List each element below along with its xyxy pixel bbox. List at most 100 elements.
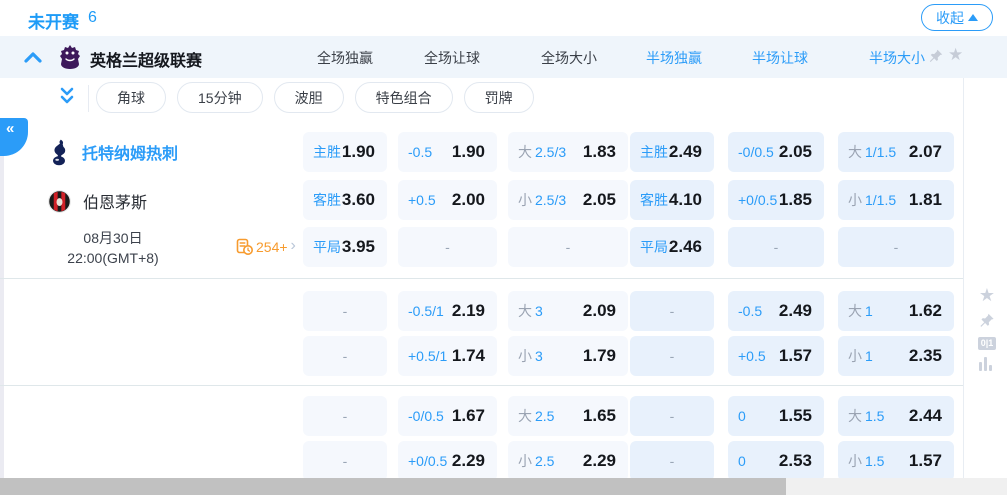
over-under-prefix: 大 <box>518 301 532 321</box>
odds-value: 2.49 <box>779 301 812 321</box>
away-team-name: 伯恩茅斯 <box>83 189 147 213</box>
odds-value: 1.74 <box>452 346 485 366</box>
chevron-up-icon[interactable] <box>24 50 42 64</box>
odds-cell[interactable]: 大1/1.52.07 <box>838 132 954 172</box>
chevron-right-icon: › <box>291 238 296 254</box>
away-team-row[interactable]: 伯恩茅斯 <box>48 186 147 216</box>
match-datetime: 08月30日 22:00(GMT+8) <box>40 228 186 268</box>
odds-cell[interactable]: 02.53 <box>728 441 824 481</box>
odds-cell-empty: - <box>728 227 824 267</box>
column-header-3[interactable]: 半场独赢 <box>646 48 702 68</box>
odds-value: 1.90 <box>452 142 485 162</box>
over-under-prefix: 小 <box>848 451 862 471</box>
odds-cell[interactable]: -0.52.49 <box>728 291 824 331</box>
odds-label: -0/0.5 <box>738 144 774 160</box>
odds-cell[interactable]: +0/0.52.29 <box>398 441 497 481</box>
over-under-prefix: 大 <box>848 142 862 162</box>
odds-label: 客胜 <box>640 190 668 210</box>
stats-chart-icon[interactable] <box>979 357 992 371</box>
odds-value: 3.95 <box>342 237 375 257</box>
horizontal-scrollbar-thumb[interactable] <box>0 478 786 495</box>
odds-cell-empty: - <box>303 441 387 481</box>
odds-label: 1.5 <box>865 453 884 469</box>
tab-not-started[interactable]: 未开赛 <box>28 8 79 33</box>
over-under-prefix: 小 <box>518 346 532 366</box>
odds-value: 2.05 <box>779 142 812 162</box>
odds-value: 2.49 <box>669 142 702 162</box>
market-pill-0[interactable]: 角球 <box>96 82 166 113</box>
market-pill-3[interactable]: 特色组合 <box>355 82 453 113</box>
odds-cell[interactable]: 客胜3.60 <box>303 180 387 220</box>
market-pill-1[interactable]: 15分钟 <box>177 82 263 113</box>
odds-cell[interactable]: 小31.79 <box>508 336 628 376</box>
odds-cell[interactable]: 客胜4.10 <box>630 180 714 220</box>
odds-cell[interactable]: 01.55 <box>728 396 824 436</box>
odds-cell[interactable]: 平局2.46 <box>630 227 714 267</box>
betting-app: 未开赛 6 收起 英格兰超级联赛 全场独赢全场让球全场大小半场独赢半场让球半场大… <box>0 0 1007 495</box>
top-bar: 未开赛 6 收起 <box>0 0 1007 36</box>
odds-cell[interactable]: 小2.52.29 <box>508 441 628 481</box>
divider <box>88 85 89 112</box>
collapse-button[interactable]: 收起 <box>921 4 993 31</box>
odds-value: 2.09 <box>583 301 616 321</box>
triangle-up-icon <box>968 14 978 21</box>
odds-cell-empty: - <box>630 396 714 436</box>
favorite-star-icon[interactable]: ★ <box>977 286 997 304</box>
group-separator <box>0 385 963 386</box>
odds-value: 2.29 <box>452 451 485 471</box>
odds-cell[interactable]: +0/0.51.85 <box>728 180 824 220</box>
odds-cell[interactable]: 大32.09 <box>508 291 628 331</box>
odds-cell[interactable]: 主胜2.49 <box>630 132 714 172</box>
no-odds-dash: - <box>774 239 779 255</box>
odds-cell[interactable]: +0.52.00 <box>398 180 497 220</box>
no-odds-dash: - <box>445 239 450 255</box>
odds-cell[interactable]: -0/0.51.67 <box>398 396 497 436</box>
odds-format-01-icon[interactable]: 0|1 <box>978 337 996 350</box>
column-header-5[interactable]: 半场大小 <box>869 48 925 68</box>
no-odds-dash: - <box>343 348 348 364</box>
odds-cell[interactable]: -0/0.5 2.05 <box>728 132 824 172</box>
odds-value: 1.90 <box>342 142 375 162</box>
market-pill-2[interactable]: 波胆 <box>274 82 344 113</box>
star-icon[interactable]: ★ <box>948 46 963 63</box>
odds-cell[interactable]: 小1.51.57 <box>838 441 954 481</box>
odds-cell[interactable]: 小1/1.51.81 <box>838 180 954 220</box>
double-chevron-down-icon[interactable] <box>58 87 76 107</box>
over-under-prefix: 大 <box>848 301 862 321</box>
odds-cell[interactable]: 平局3.95 <box>303 227 387 267</box>
sidebar-collapse-tab[interactable]: « <box>0 118 28 156</box>
double-chevron-left-icon: « <box>6 120 14 137</box>
odds-cell[interactable]: +0.51.57 <box>728 336 824 376</box>
odds-cell[interactable]: 大11.62 <box>838 291 954 331</box>
column-header-1[interactable]: 全场让球 <box>424 48 480 68</box>
odds-value: 3.60 <box>342 190 375 210</box>
odds-cell[interactable]: -0.5/12.19 <box>398 291 497 331</box>
column-header-0[interactable]: 全场独赢 <box>317 48 373 68</box>
odds-cell[interactable]: -0.51.90 <box>398 132 497 172</box>
pin-icon[interactable] <box>928 48 944 64</box>
odds-label: 0 <box>738 453 746 469</box>
odds-label: 2.5 <box>535 408 554 424</box>
market-pill-4[interactable]: 罚牌 <box>464 82 534 113</box>
home-team-row[interactable]: 托特纳姆热刺 <box>48 137 178 167</box>
more-markets-link[interactable]: 254+ › <box>236 238 296 255</box>
odds-label: +0.5 <box>738 348 766 364</box>
league-header-row: 英格兰超级联赛 全场独赢全场让球全场大小半场独赢半场让球半场大小 ★ <box>0 36 1007 78</box>
no-odds-dash: - <box>343 453 348 469</box>
odds-label: 主胜 <box>640 142 668 162</box>
column-header-2[interactable]: 全场大小 <box>541 48 597 68</box>
pin-icon[interactable] <box>977 312 997 329</box>
odds-cell[interactable]: 主胜1.90 <box>303 132 387 172</box>
odds-cell[interactable]: 大2.5/31.83 <box>508 132 628 172</box>
match-count: 6 <box>88 9 97 27</box>
column-header-4[interactable]: 半场让球 <box>752 48 808 68</box>
odds-label: 0 <box>738 408 746 424</box>
odds-cell-empty: - <box>630 291 714 331</box>
odds-cell[interactable]: 小12.35 <box>838 336 954 376</box>
odds-cell[interactable]: 大1.52.44 <box>838 396 954 436</box>
odds-cell[interactable]: +0.5/11.74 <box>398 336 497 376</box>
odds-cell[interactable]: 小2.5/32.05 <box>508 180 628 220</box>
divider <box>963 78 964 478</box>
over-under-prefix: 大 <box>518 406 532 426</box>
odds-cell[interactable]: 大2.51.65 <box>508 396 628 436</box>
